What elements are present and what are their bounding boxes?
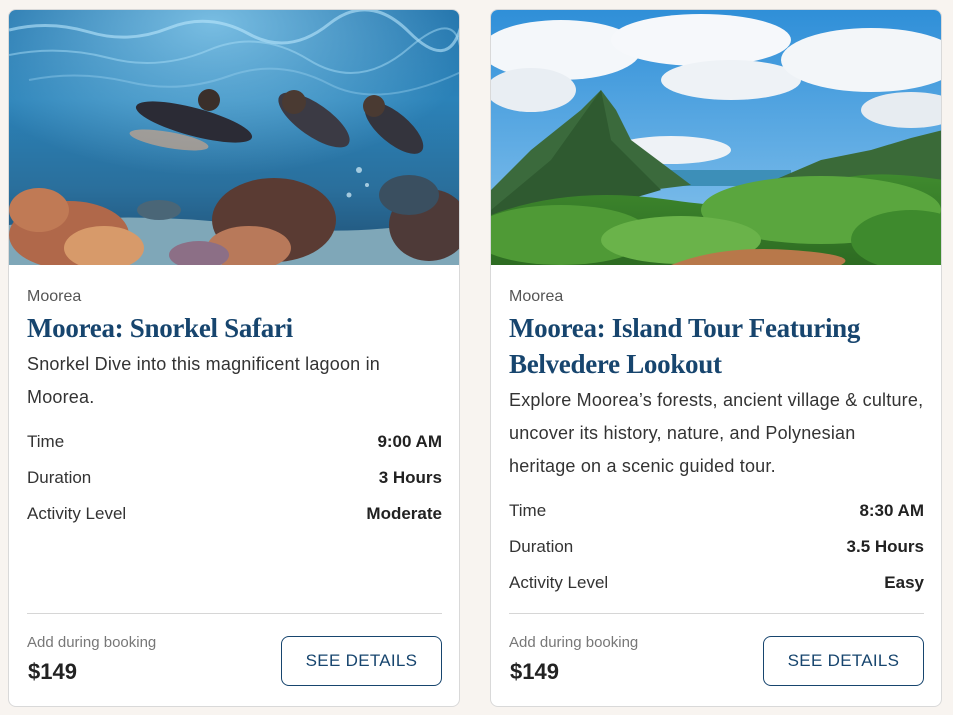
spec-row-duration: Duration 3 Hours: [27, 460, 442, 496]
spec-label: Activity Level: [27, 504, 127, 523]
spec-row-duration: Duration 3.5 Hours: [509, 529, 924, 565]
spec-value: 8:30 AM: [859, 501, 924, 520]
spec-label: Duration: [27, 468, 92, 487]
spec-value: Moderate: [366, 504, 442, 523]
spec-value: 3 Hours: [378, 468, 442, 487]
spec-row-time: Time 8:30 AM: [509, 493, 924, 529]
spec-value: Easy: [884, 573, 924, 592]
spec-row-activity-level: Activity Level Moderate: [27, 496, 442, 532]
spec-row-time: Time 9:00 AM: [27, 424, 442, 460]
island-tour-photo-illustration: [491, 10, 941, 265]
card-title[interactable]: Moorea: Snorkel Safari: [27, 310, 442, 346]
card-specs: Time 8:30 AM Duration 3.5 Hours Activity…: [509, 493, 924, 601]
price: $149: [510, 659, 559, 684]
card-body: Moorea Moorea: Snorkel Safari Snorkel Di…: [27, 286, 442, 532]
add-during-booking-label: Add during booking: [509, 634, 639, 651]
card-location: Moorea: [27, 288, 82, 305]
excursion-card-island-tour[interactable]: Moorea Moorea: Island Tour Featuring Bel…: [490, 9, 942, 707]
spec-label: Time: [27, 432, 65, 451]
card-title[interactable]: Moorea: Island Tour Featuring Belvedere …: [509, 310, 924, 382]
card-description: Explore Moorea’s forests, ancient villag…: [509, 390, 924, 476]
see-details-button[interactable]: SEE DETAILS: [281, 636, 442, 686]
card-footer: Add during booking $149 SEE DETAILS: [509, 613, 924, 706]
add-during-booking-label: Add during booking: [27, 634, 157, 651]
card-body: Moorea Moorea: Island Tour Featuring Bel…: [509, 286, 924, 601]
price: $149: [28, 659, 77, 684]
card-description: Snorkel Dive into this magnificent lagoo…: [27, 354, 380, 407]
island-tour-photo[interactable]: [491, 10, 941, 265]
spec-label: Duration: [509, 537, 574, 556]
spec-row-activity-level: Activity Level Easy: [509, 565, 924, 601]
card-footer: Add during booking $149 SEE DETAILS: [27, 613, 442, 706]
card-location: Moorea: [509, 288, 564, 305]
spec-value: 9:00 AM: [377, 432, 442, 451]
spec-value: 3.5 Hours: [846, 537, 924, 556]
card-specs: Time 9:00 AM Duration 3 Hours Activity L…: [27, 424, 442, 532]
snorkel-photo-illustration: [9, 10, 459, 265]
snorkel-photo[interactable]: [9, 10, 459, 265]
spec-label: Activity Level: [509, 573, 609, 592]
spec-label: Time: [509, 501, 547, 520]
see-details-button[interactable]: SEE DETAILS: [763, 636, 924, 686]
excursion-card-snorkel-safari[interactable]: Moorea Moorea: Snorkel Safari Snorkel Di…: [8, 9, 460, 707]
